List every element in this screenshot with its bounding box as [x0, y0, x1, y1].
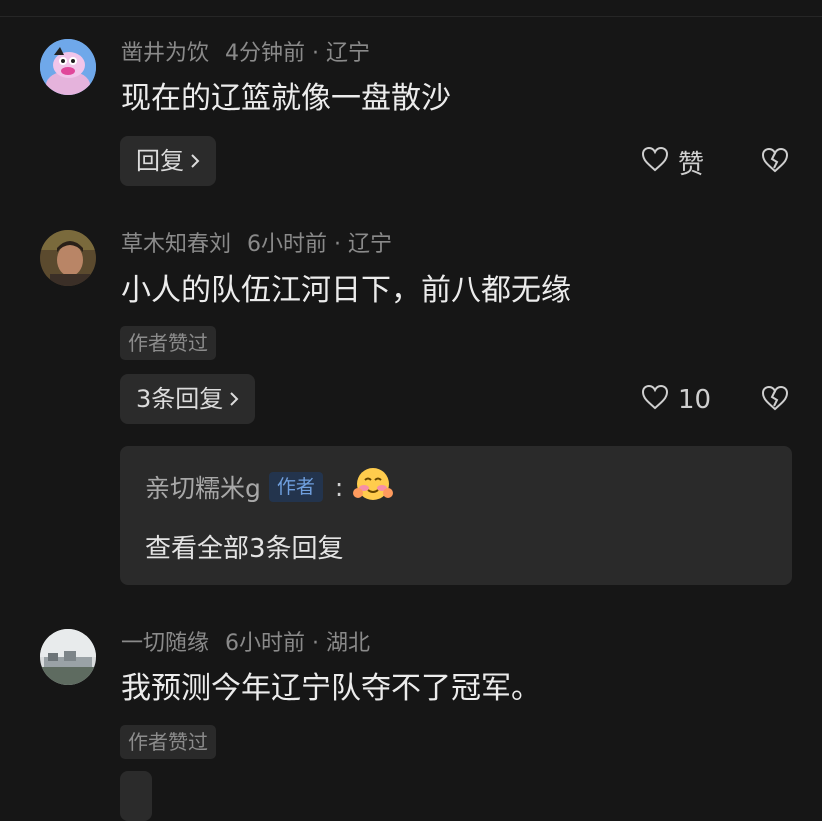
dislike-button[interactable]	[760, 380, 790, 420]
heart-icon	[640, 145, 678, 180]
chevron-right-icon	[190, 136, 200, 186]
broken-heart-icon	[760, 384, 790, 416]
location: 湖北	[326, 631, 371, 656]
reply-button[interactable]	[120, 771, 152, 821]
separator: ·	[312, 41, 320, 66]
replies-label: 3条回复	[136, 385, 224, 413]
comment-meta: 草木知春刘 6小时前 · 辽宁	[121, 231, 392, 259]
avatar[interactable]	[40, 230, 96, 286]
username[interactable]: 凿井为饮	[121, 41, 209, 66]
like-button[interactable]: 赞	[640, 142, 704, 182]
author-tag: 作者	[268, 472, 323, 502]
sub-reply-header: 亲切糯米g 作者 :	[145, 466, 394, 508]
username[interactable]: 草木知春刘	[121, 232, 231, 257]
avatar[interactable]	[40, 629, 96, 685]
avatar-image	[40, 230, 96, 286]
avatar[interactable]	[40, 39, 96, 95]
comment-meta: 一切随缘 6小时前 · 湖北	[121, 630, 370, 658]
timestamp: 6小时前	[247, 232, 328, 257]
comment-text: 我预测今年辽宁队夺不了冠军。	[121, 671, 541, 706]
blush-emoji-icon	[353, 466, 394, 508]
separator: ·	[312, 631, 320, 656]
separator: ·	[334, 232, 342, 257]
like-button[interactable]: 10	[640, 380, 711, 420]
reply-label: 回复	[136, 147, 184, 175]
dislike-button[interactable]	[760, 142, 790, 182]
top-divider	[0, 16, 822, 17]
colon: :	[334, 472, 344, 502]
location: 辽宁	[348, 232, 393, 257]
view-all-replies-link[interactable]: 查看全部3条回复	[145, 528, 344, 565]
chevron-right-icon	[229, 374, 239, 424]
location: 辽宁	[326, 41, 371, 66]
replies-button[interactable]: 3条回复	[120, 374, 256, 424]
timestamp: 4分钟前	[225, 41, 306, 66]
comment-text: 小人的队伍江河日下，前八都无缘	[121, 273, 571, 308]
avatar-image	[40, 39, 96, 95]
author-liked-badge: 作者赞过	[120, 725, 216, 759]
like-count: 10	[678, 385, 712, 415]
reply-button[interactable]: 回复	[120, 136, 216, 186]
sub-reply-panel[interactable]: 亲切糯米g 作者 : 查看全部3条回复	[120, 446, 792, 585]
comment-meta: 凿井为饮 4分钟前 · 辽宁	[121, 40, 370, 68]
username[interactable]: 一切随缘	[121, 631, 209, 656]
comment-text: 现在的辽篮就像一盘散沙	[121, 81, 451, 116]
broken-heart-icon	[760, 146, 790, 178]
sub-reply-author[interactable]: 亲切糯米g	[145, 469, 261, 505]
like-label: 赞	[678, 149, 705, 180]
author-liked-badge: 作者赞过	[120, 326, 216, 360]
avatar-image	[40, 629, 96, 685]
timestamp: 6小时前	[225, 631, 306, 656]
heart-icon	[640, 383, 678, 418]
